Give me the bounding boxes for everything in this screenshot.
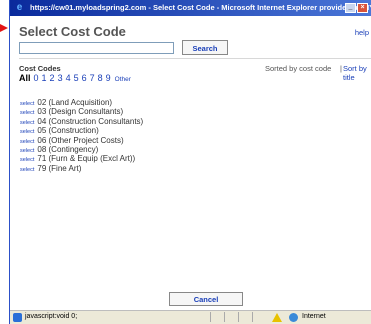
help-link[interactable]: help [355, 28, 369, 37]
filter-digit[interactable]: 6 [82, 73, 87, 83]
status-panel [224, 312, 237, 322]
window-title: https://cw01.myloadspring2.com - Select … [30, 3, 371, 12]
select-link[interactable]: select [20, 139, 34, 145]
cost-code-label: 03 (Design Consultants) [37, 107, 124, 117]
window-titlebar: e https://cw01.myloadspring2.com - Selec… [10, 0, 371, 16]
status-panel [238, 312, 251, 322]
filter-digit[interactable]: 1 [42, 73, 47, 83]
cost-code-row: select 05 (Construction) [20, 126, 143, 135]
filter-digits: 0123456789 [31, 73, 111, 83]
search-button[interactable]: Search [182, 40, 228, 55]
select-link[interactable]: select [20, 110, 34, 116]
cost-code-list: select 02 (Land Acquisition) select 03 (Des… [20, 98, 143, 173]
cost-code-label: 05 (Construction) [37, 126, 99, 136]
sorted-by-text: Sorted by cost code [265, 64, 332, 73]
filter-digit[interactable]: 3 [58, 73, 63, 83]
filter-digit[interactable]: 4 [66, 73, 71, 83]
cost-code-row: select 04 (Construction Consultants) [20, 117, 143, 126]
status-panel [210, 312, 223, 322]
filter-other[interactable]: Other [115, 76, 131, 83]
red-pointer-arrow-icon [0, 24, 8, 32]
filter-digit[interactable]: 9 [106, 73, 111, 83]
cost-code-row: select 03 (Design Consultants) [20, 107, 143, 116]
cost-code-row: select 02 (Land Acquisition) [20, 98, 143, 107]
cancel-button[interactable]: Cancel [169, 292, 243, 306]
sort-by-title-link[interactable]: Sort by title [343, 64, 371, 82]
select-link[interactable]: select [20, 120, 34, 126]
filter-row: All 0 1 2 3 4 5 6 7 8 9 Other [19, 73, 131, 83]
cost-code-label: 02 (Land Acquisition) [37, 98, 113, 107]
status-panel [252, 312, 265, 322]
sort-separator: | [340, 64, 342, 73]
select-link[interactable]: select [20, 101, 34, 107]
cost-code-label: 08 (Contingency) [37, 144, 99, 154]
filter-digit[interactable]: 7 [90, 73, 95, 83]
filter-digit[interactable]: 0 [34, 73, 39, 83]
security-zone: Internet [302, 313, 326, 320]
filter-all[interactable]: All [19, 73, 31, 83]
page-content: Select Cost Code help Search Cost Codes … [10, 16, 371, 310]
select-link[interactable]: select [20, 167, 34, 173]
filter-digit[interactable]: 2 [50, 73, 55, 83]
select-link[interactable]: select [20, 129, 34, 135]
page-title: Select Cost Code [19, 24, 126, 39]
globe-icon [289, 313, 298, 322]
select-link[interactable]: select [20, 148, 34, 154]
cost-code-row: select 79 (Fine Art) [20, 164, 143, 173]
minimize-button[interactable]: _ [345, 3, 356, 13]
divider [19, 58, 371, 59]
popup-window: e https://cw01.myloadspring2.com - Selec… [9, 0, 371, 324]
filter-digit[interactable]: 5 [74, 73, 79, 83]
internet-explorer-icon: e [16, 2, 23, 13]
status-bar: javascript:void 0; Internet [10, 310, 371, 324]
search-input[interactable] [19, 42, 174, 54]
cost-code-label: 71 (Furn & Equip (Excl Art)) [37, 154, 136, 164]
status-text: javascript:void 0; [25, 313, 78, 320]
cost-code-row: select 71 (Furn & Equip (Excl Art)) [20, 154, 143, 163]
cost-code-label: 06 (Other Project Costs) [37, 135, 124, 145]
cost-code-label: 79 (Fine Art) [37, 163, 82, 173]
cost-code-row: select 08 (Contingency) [20, 145, 143, 154]
warning-icon [272, 313, 282, 322]
cost-code-label: 04 (Construction Consultants) [37, 116, 144, 126]
cost-codes-heading: Cost Codes [19, 64, 61, 73]
select-link[interactable]: select [20, 157, 34, 163]
page-icon [13, 313, 22, 322]
filter-digit[interactable]: 8 [98, 73, 103, 83]
close-button[interactable]: × [357, 3, 368, 13]
cost-code-row: select 06 (Other Project Costs) [20, 136, 143, 145]
